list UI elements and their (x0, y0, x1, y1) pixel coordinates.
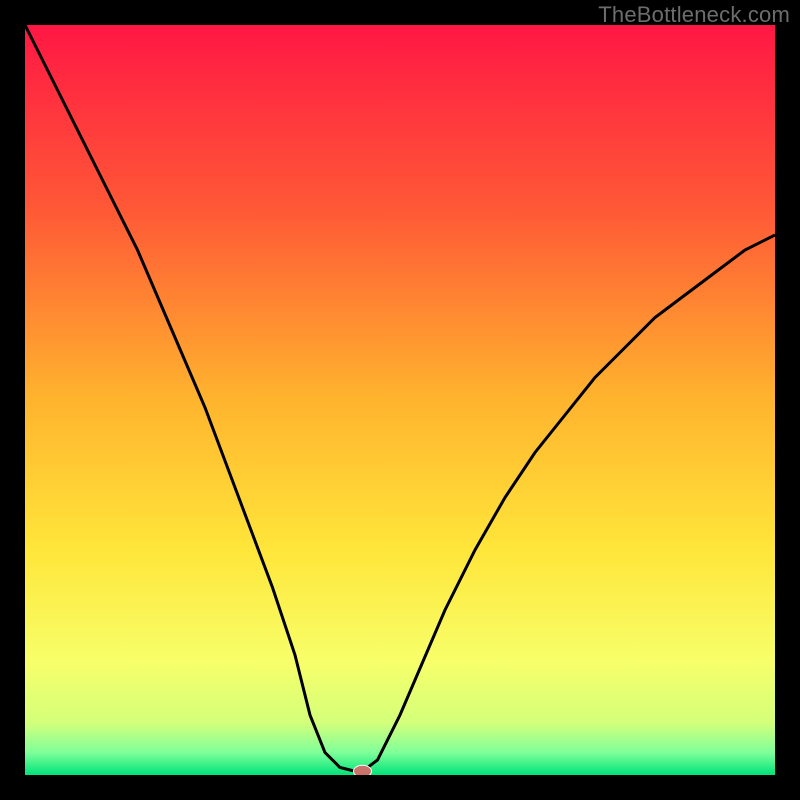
chart-svg (25, 25, 775, 775)
optimal-point-marker (354, 765, 372, 775)
chart-plot-area (25, 25, 775, 775)
gradient-background (25, 25, 775, 775)
outer-frame: TheBottleneck.com (0, 0, 800, 800)
